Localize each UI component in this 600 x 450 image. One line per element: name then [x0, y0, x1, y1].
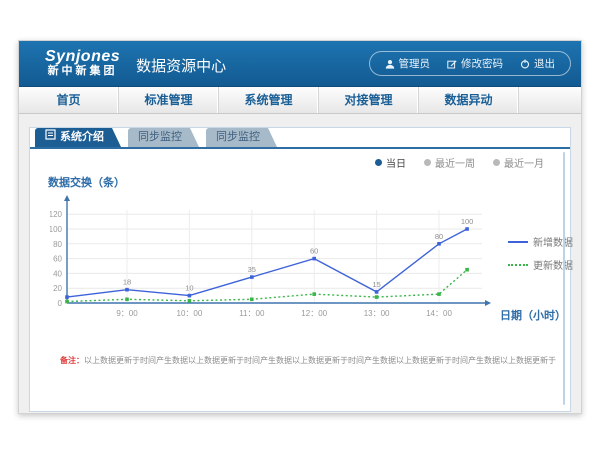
footnote-text: 以上数据更新于时间产生数据以上数据更新于时间产生数据以上数据更新于时间产生数据以… [84, 356, 556, 365]
user-icon [385, 59, 395, 69]
svg-text:15: 15 [372, 280, 380, 289]
svg-text:0: 0 [58, 299, 63, 308]
app-window: Synjones 新中新集团 数据资源中心 管理员修改密码退出 首页标准管理系统… [18, 40, 582, 414]
legend-line-sample [508, 264, 528, 266]
main-nav: 首页标准管理系统管理对接管理数据异动 [19, 87, 581, 114]
nav-item-数据异动[interactable]: 数据异动 [419, 87, 519, 113]
svg-text:13：00: 13：00 [364, 309, 390, 318]
svg-text:18: 18 [123, 278, 131, 287]
radio-dot [493, 159, 500, 166]
svg-text:10: 10 [185, 284, 193, 293]
line-chart: 0 20 40 60 80 100 120 9：00 10：00 11：00 12：00 13：00 1… [50, 188, 570, 328]
radio-当日[interactable]: 当日 [375, 155, 406, 170]
svg-text:60: 60 [310, 247, 318, 256]
tab-underline [30, 147, 570, 149]
tab-同步监控-1[interactable]: 同步监控 [128, 128, 190, 147]
form-icon [45, 128, 56, 147]
svg-text:100: 100 [461, 217, 474, 226]
svg-text:14：00: 14：00 [426, 309, 452, 318]
edit-icon [447, 59, 457, 69]
nav-item-对接管理[interactable]: 对接管理 [319, 87, 419, 113]
radio-dot [375, 159, 382, 166]
content-card: 系统介绍同步监控同步监控 当日最近一周最近一月 数据交换（条） 02040608… [29, 127, 571, 412]
svg-text:80: 80 [435, 232, 443, 241]
header-bar: Synjones 新中新集团 数据资源中心 管理员 修改密码 退出 [19, 41, 581, 87]
svg-text:10：00: 10：00 [177, 309, 203, 318]
legend-line-sample [508, 241, 528, 243]
user-menu-管理员[interactable]: 管理员 [385, 56, 431, 71]
radio-dot [424, 159, 431, 166]
tab-bar: 系统介绍同步监控同步监控 [35, 128, 284, 147]
page-title: 数据资源中心 [136, 55, 226, 76]
svg-text:11：00: 11：00 [239, 309, 265, 318]
power-icon [520, 59, 530, 69]
time-range-filter: 当日 最近一周 最近一月 [375, 155, 544, 170]
footnote-prefix: 备注： [60, 356, 84, 365]
logo-text-cn: 新中新集团 [45, 66, 120, 78]
nav-item-首页[interactable]: 首页 [19, 87, 119, 113]
svg-text:20: 20 [53, 284, 62, 293]
scrollbar-thumb[interactable] [563, 152, 565, 405]
svg-text:40: 40 [53, 269, 62, 278]
nav-item-标准管理[interactable]: 标准管理 [119, 87, 219, 113]
svg-text:35: 35 [248, 265, 256, 274]
svg-text:12：00: 12：00 [301, 309, 327, 318]
user-menu-修改密码[interactable]: 修改密码 [447, 56, 503, 71]
user-menu-退出[interactable]: 退出 [520, 56, 555, 71]
svg-text:120: 120 [50, 210, 63, 219]
nav-item-系统管理[interactable]: 系统管理 [219, 87, 319, 113]
footnote: 备注：以上数据更新于时间产生数据以上数据更新于时间产生数据以上数据更新于时间产生… [60, 355, 560, 366]
x-axis-title: 日期（小时） [500, 307, 566, 323]
user-menu: 管理员 修改密码 退出 [369, 51, 572, 76]
svg-text:9：00: 9：00 [116, 309, 138, 318]
tab-同步监控-2[interactable]: 同步监控 [206, 128, 268, 147]
logo-text-en: Synjones [45, 49, 120, 66]
svg-text:60: 60 [53, 255, 62, 264]
radio-最近一月[interactable]: 最近一月 [493, 155, 544, 170]
svg-text:80: 80 [53, 240, 62, 249]
svg-text:100: 100 [50, 225, 63, 234]
radio-最近一周[interactable]: 最近一周 [424, 155, 475, 170]
tab-系统介绍-0[interactable]: 系统介绍 [35, 128, 112, 147]
company-logo: Synjones 新中新集团 [45, 49, 120, 77]
